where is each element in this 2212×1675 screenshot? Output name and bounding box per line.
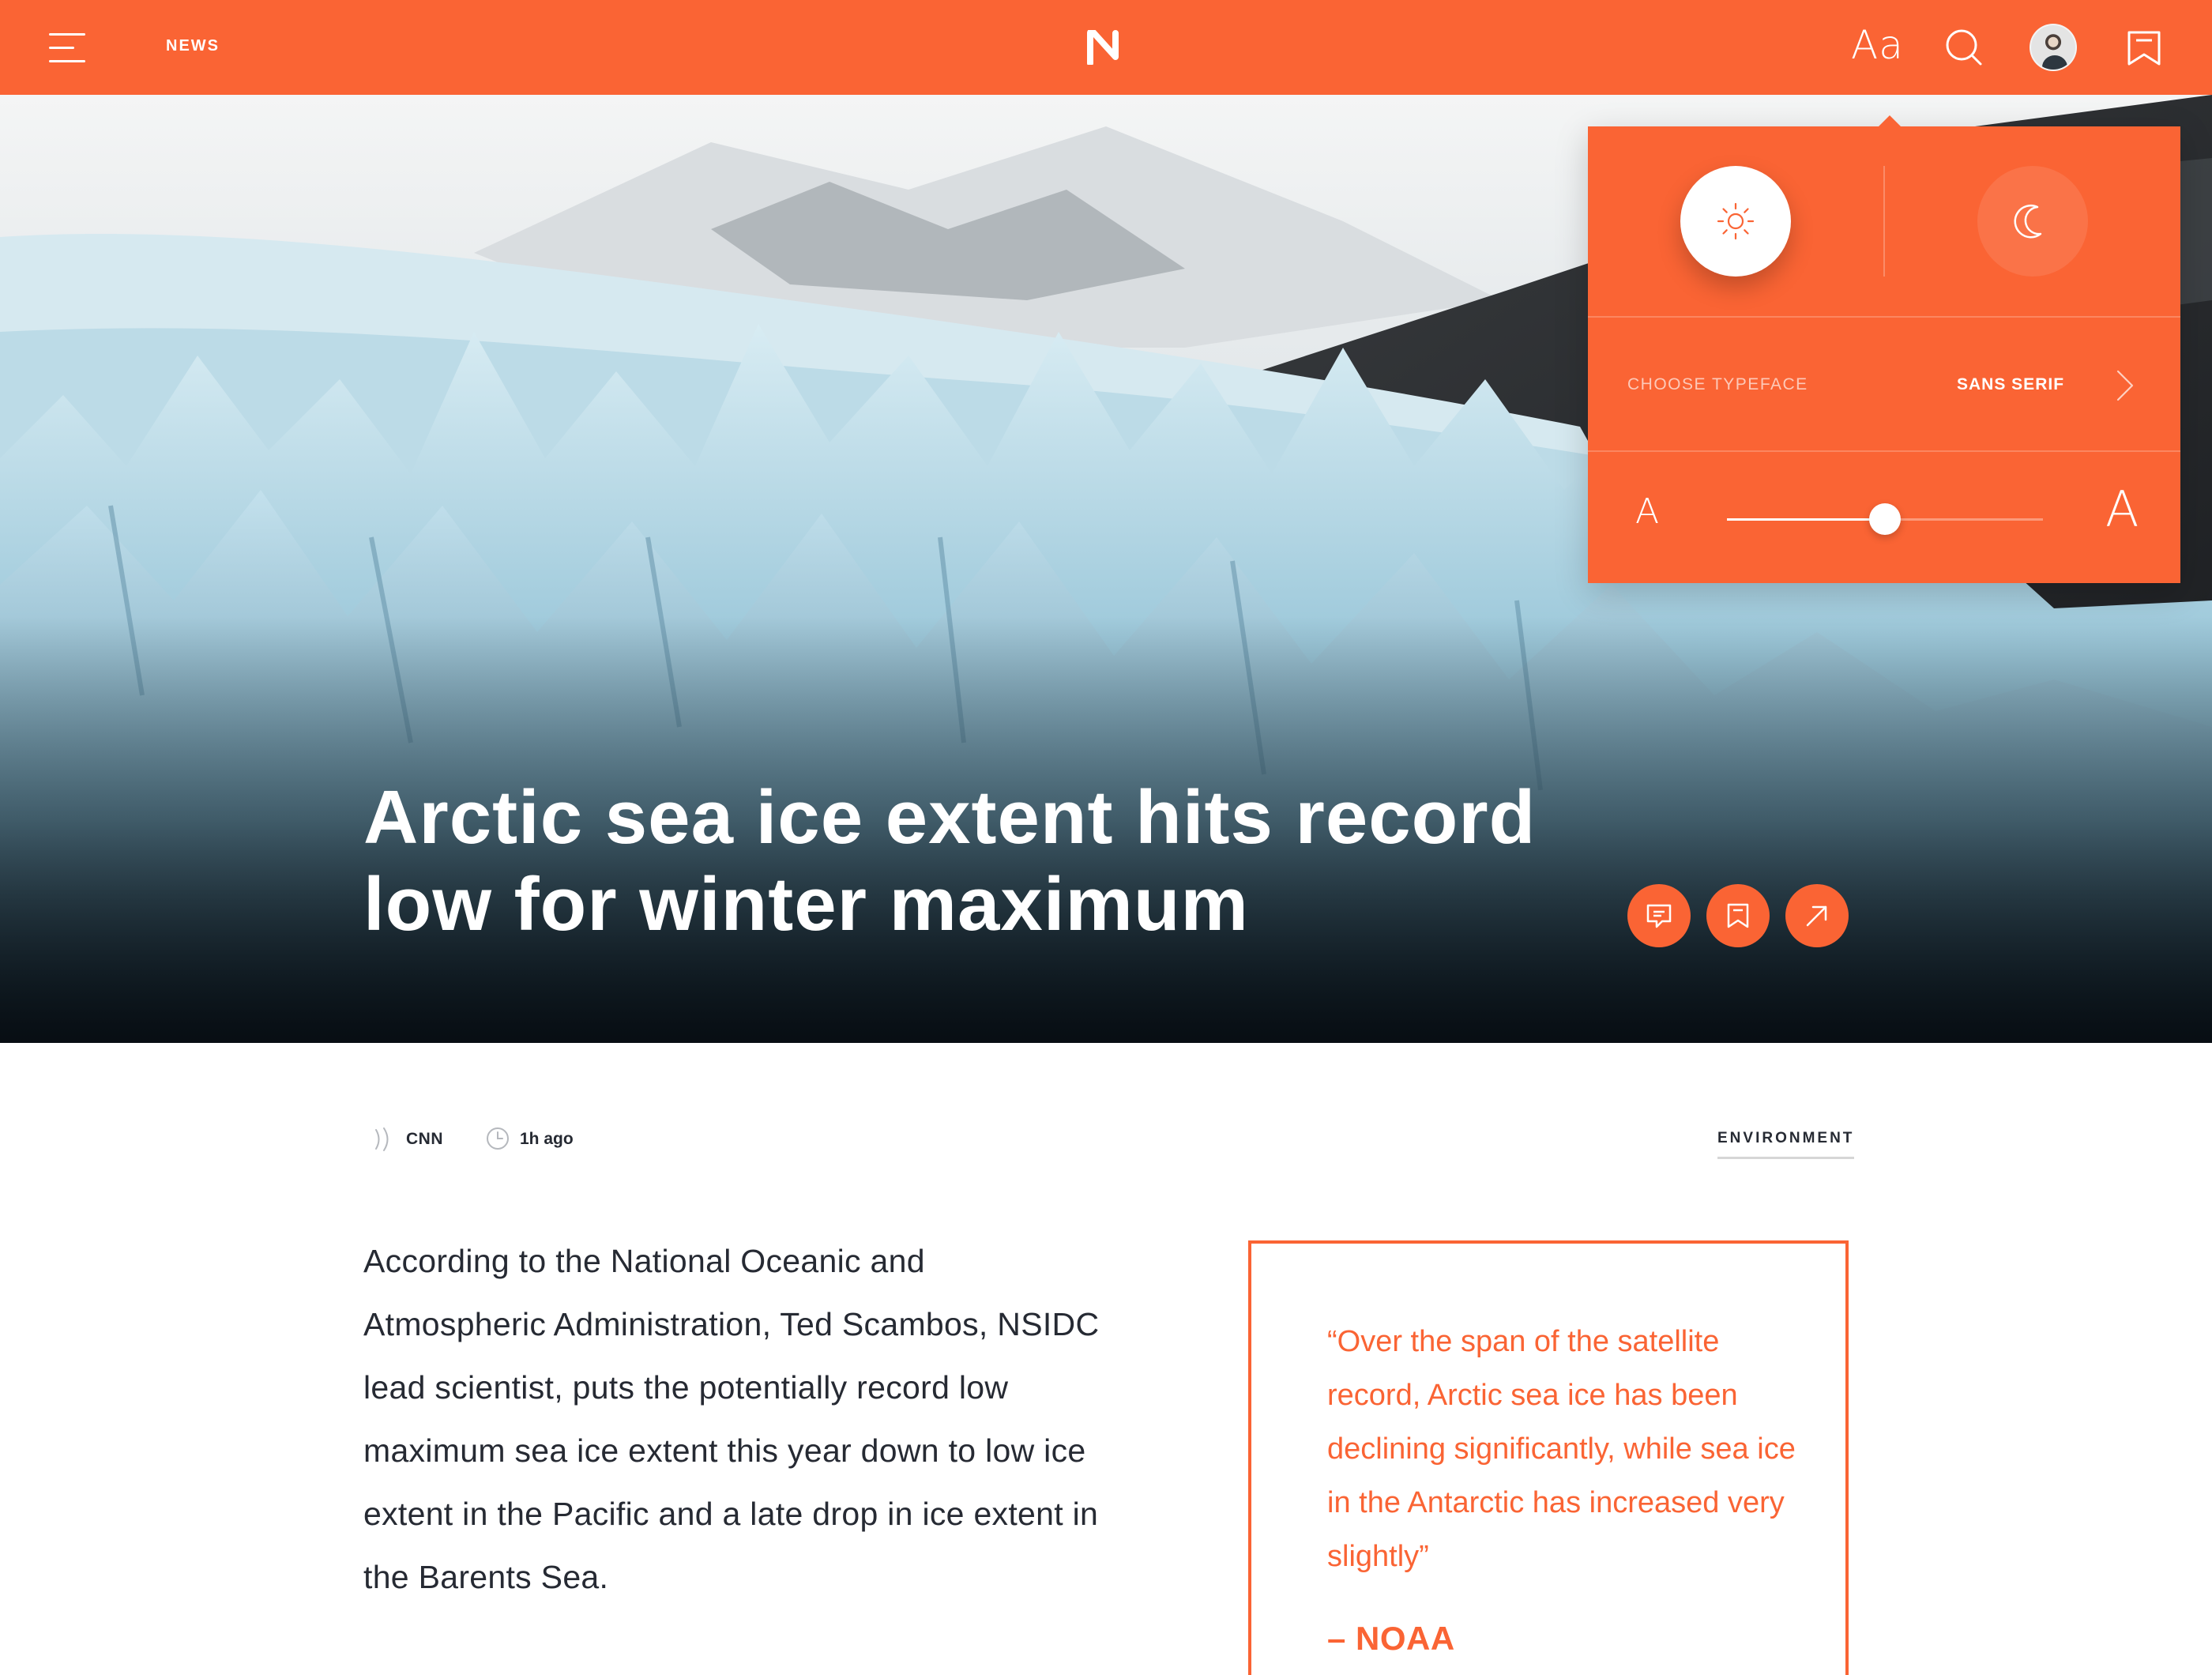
category-tag[interactable]: ENVIRONMENT — [1717, 1130, 1855, 1159]
time-ago: 1h ago — [520, 1130, 574, 1148]
clock-icon — [487, 1127, 509, 1150]
article-paragraph: According to the National Oceanic and At… — [363, 1243, 1100, 1595]
share-button[interactable] — [1785, 884, 1849, 947]
moon-icon — [2014, 204, 2042, 239]
text-size-large-icon[interactable]: A — [2105, 480, 2139, 538]
section-label[interactable]: NEWS — [166, 37, 220, 55]
divider — [1588, 450, 2180, 452]
mode-divider — [1883, 166, 1885, 277]
slider-thumb[interactable] — [1869, 503, 1901, 535]
menu-icon[interactable] — [49, 33, 85, 63]
quote-attribution: – NOAA — [1327, 1620, 1455, 1657]
quote-text: “Over the span of the satellite record, … — [1327, 1325, 1796, 1573]
share-icon — [1806, 905, 1827, 927]
logo[interactable] — [1087, 30, 1123, 65]
slider-fill — [1727, 518, 1885, 521]
comment-icon — [1646, 904, 1672, 928]
top-bar: NEWS Aa — [0, 0, 2212, 95]
search-icon[interactable] — [1945, 28, 1983, 66]
pull-quote: “Over the span of the satellite record, … — [1248, 1240, 1849, 1675]
source-signal-icon — [375, 1127, 389, 1151]
comment-button[interactable] — [1627, 884, 1691, 947]
headline-line-2: low for winter maximum — [363, 862, 1249, 947]
reading-settings-popover: CHOOSE TYPEFACE SANS SERIF A A — [1588, 115, 2180, 583]
typeface-label: CHOOSE TYPEFACE — [1627, 375, 1808, 393]
chevron-right-icon — [2116, 370, 2134, 401]
source-name: CNN — [406, 1130, 443, 1148]
headline-line-1: Arctic sea ice extent hits record — [363, 775, 1537, 860]
typeface-value: SANS SERIF — [1957, 375, 2065, 393]
light-mode-button[interactable] — [1680, 166, 1791, 277]
sun-icon — [1717, 202, 1755, 240]
text-size-slider[interactable] — [1727, 503, 2043, 535]
bookmark-icon[interactable] — [2127, 30, 2161, 66]
text-size-small-icon[interactable]: A — [1635, 491, 1659, 532]
bookmark-icon — [1727, 903, 1749, 928]
save-button[interactable] — [1706, 884, 1770, 947]
font-settings-icon[interactable]: Aa — [1851, 22, 1904, 68]
article-headline: Arctic sea ice extent hits record low fo… — [363, 774, 1627, 948]
dark-mode-button[interactable] — [1977, 166, 2088, 277]
avatar[interactable] — [2030, 24, 2077, 71]
typeface-selector[interactable]: CHOOSE TYPEFACE SANS SERIF — [1588, 318, 2180, 450]
